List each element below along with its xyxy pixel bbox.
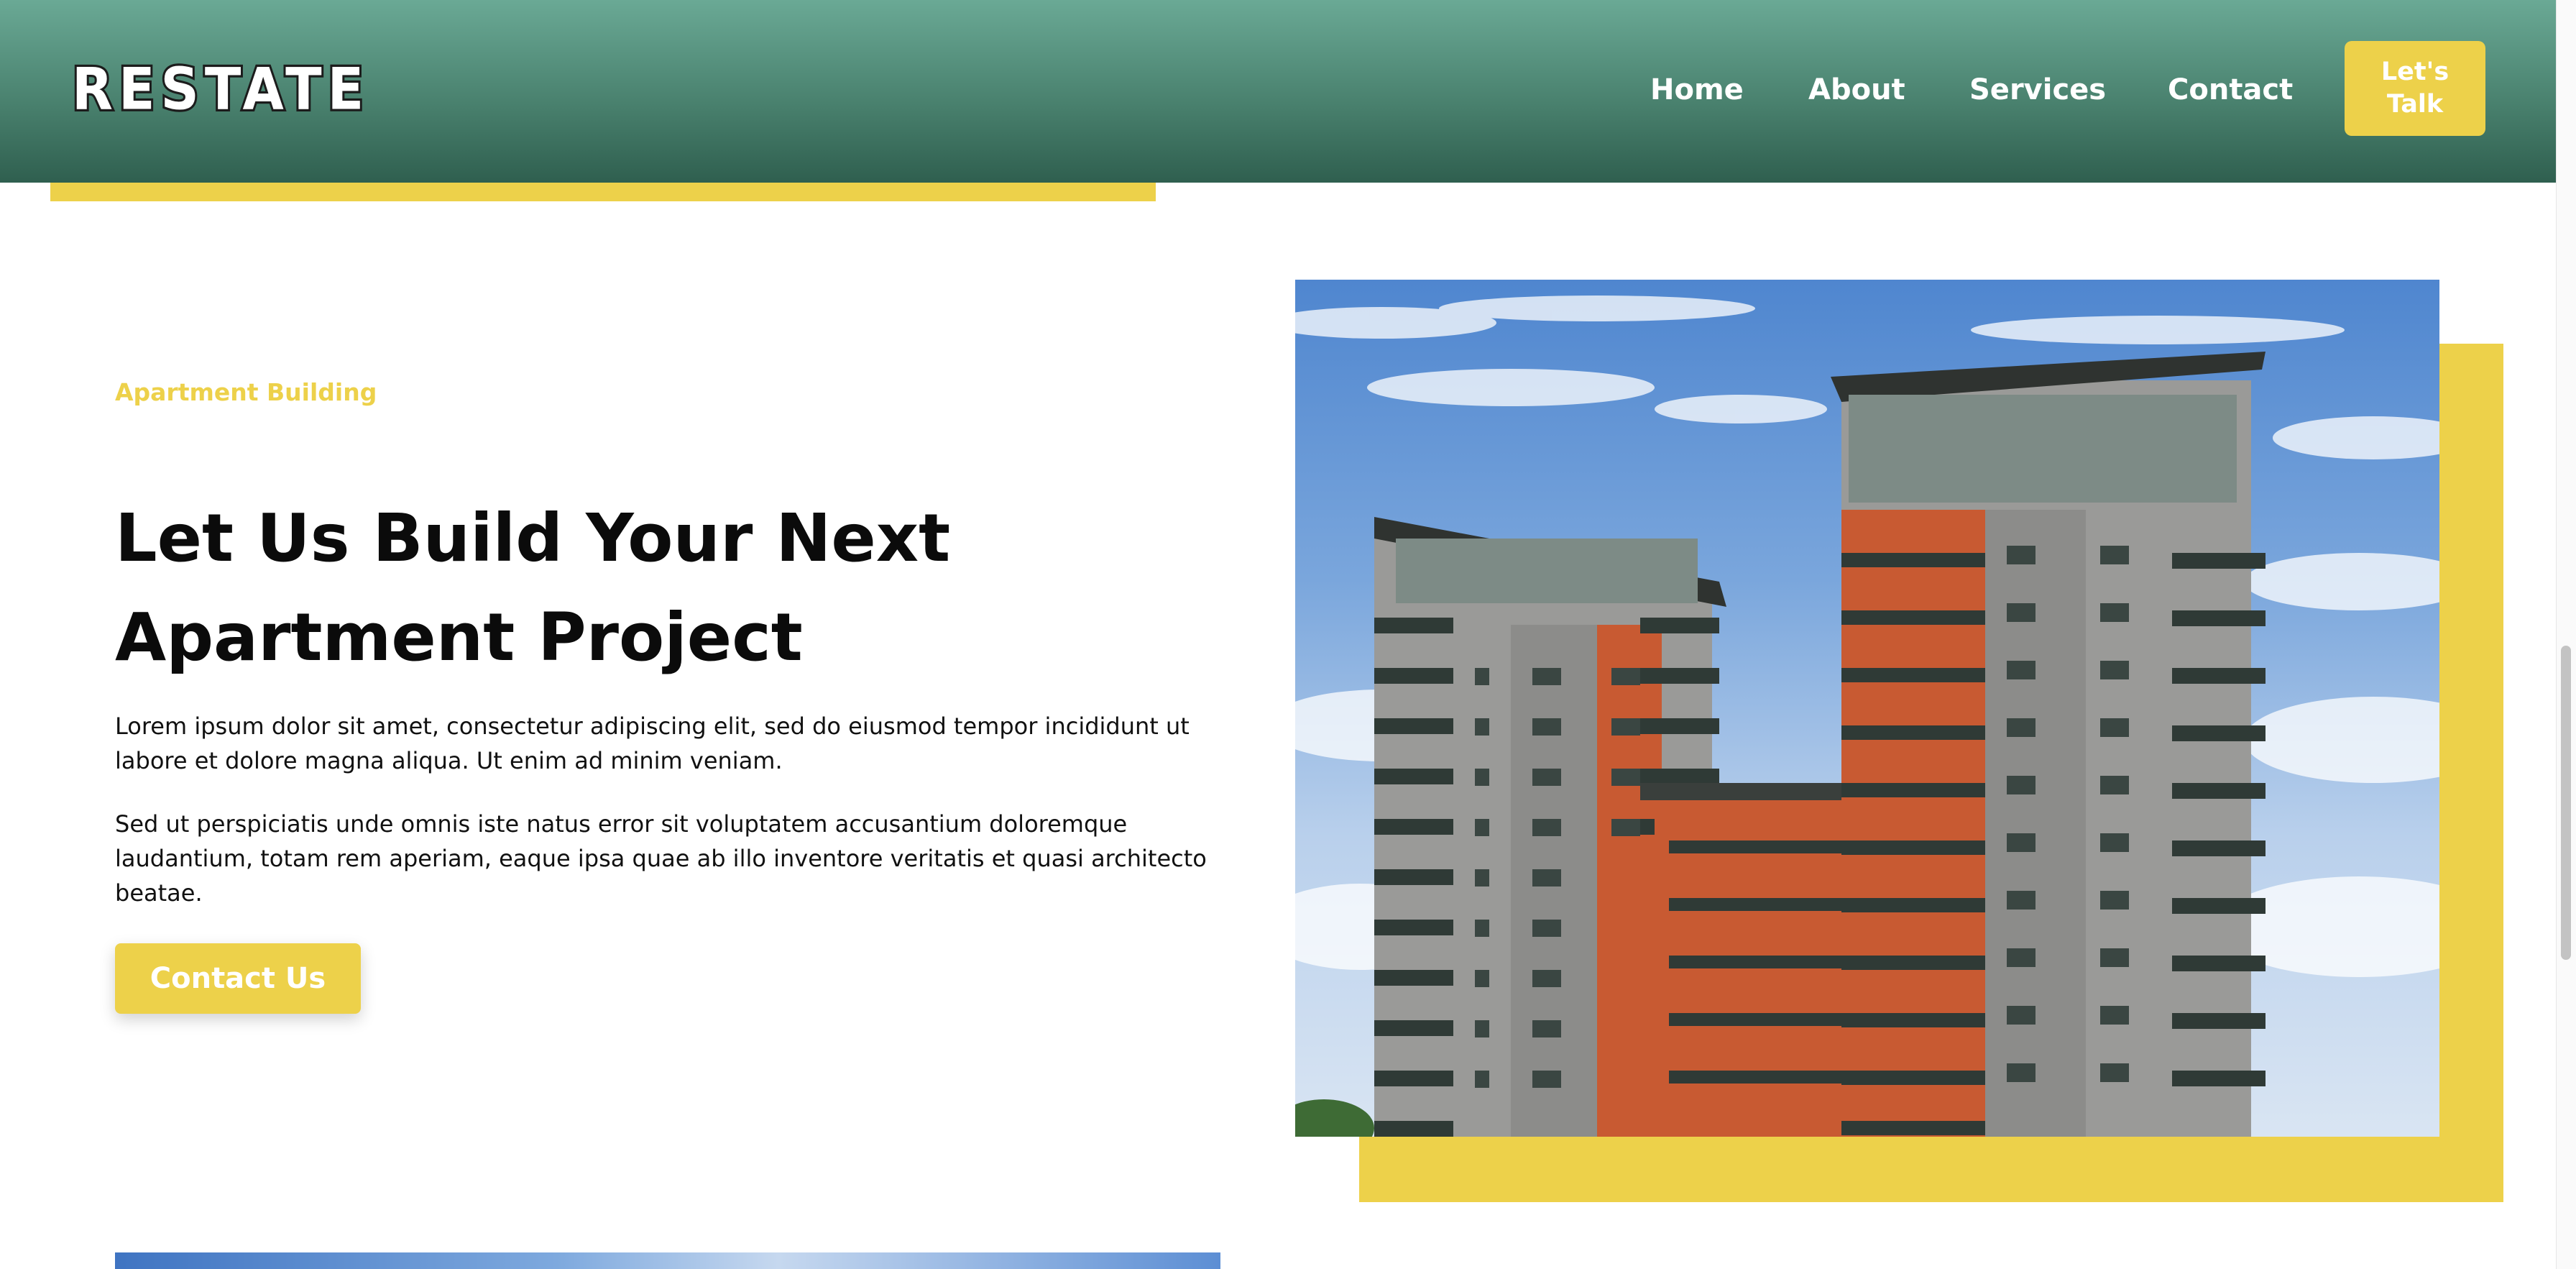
site-logo[interactable]: RESTATE [70, 54, 369, 125]
hero-title: Let Us Build Your Next Apartment Project [115, 489, 1208, 687]
site-header: RESTATE Home About Services Contact Let'… [0, 0, 2556, 183]
contact-us-button[interactable]: Contact Us [115, 943, 361, 1014]
hero-title-line1: Let Us Build Your Next [115, 500, 951, 577]
apartment-building-image [1295, 280, 2439, 1137]
hero-paragraph-1: Lorem ipsum dolor sit amet, consectetur … [115, 713, 1190, 774]
hero-title-line2: Apartment Project [115, 599, 803, 676]
hero-paragraph-2: Sed ut perspiciatis unde omnis iste natu… [115, 810, 1207, 907]
nav-link-about[interactable]: About [1808, 68, 1905, 111]
page-scrollbar-thumb[interactable] [2561, 646, 2571, 960]
nav-link-home[interactable]: Home [1650, 68, 1744, 111]
header-accent-bar [50, 183, 1156, 201]
nav-link-contact[interactable]: Contact [2168, 68, 2293, 111]
hero-eyebrow: Apartment Building [115, 378, 377, 406]
lets-talk-label: Let's Talk [2380, 58, 2450, 119]
nav-link-services[interactable]: Services [1969, 68, 2106, 111]
page-scrollbar-track[interactable] [2556, 0, 2576, 1269]
lets-talk-button[interactable]: Let's Talk [2345, 41, 2485, 136]
next-section-image [115, 1252, 1220, 1269]
